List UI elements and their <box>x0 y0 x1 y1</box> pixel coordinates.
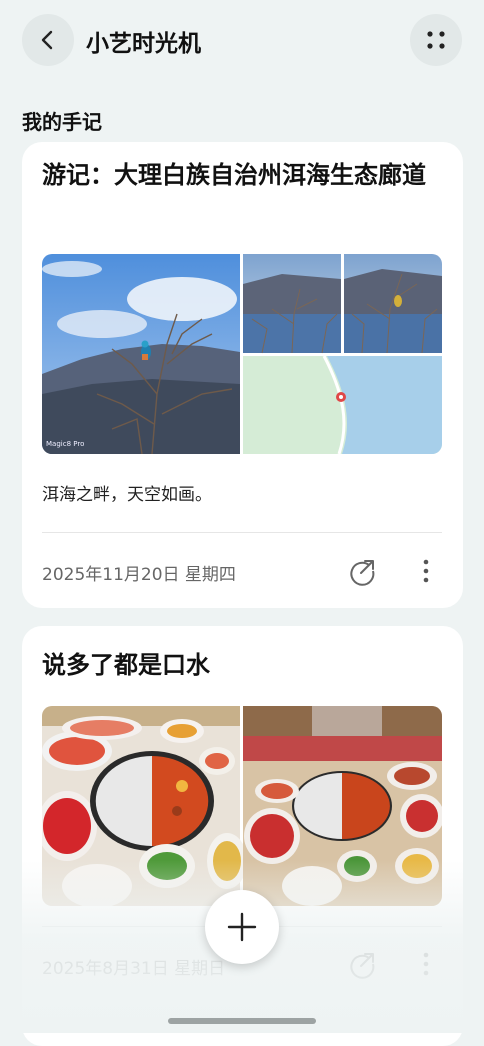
more-vertical-icon[interactable] <box>416 556 436 586</box>
share-icon[interactable] <box>347 556 377 586</box>
photo-collage[interactable]: Magic8 Pro <box>42 254 442 454</box>
hotpot-photo[interactable] <box>42 706 247 906</box>
mountain-bird-photo[interactable] <box>243 254 341 354</box>
note-card[interactable]: 说多了都是口水 2025年8月31日 星期日 <box>22 626 463 1046</box>
chevron-left-icon <box>41 30 53 50</box>
mountain-bird-photo[interactable]: Magic8 Pro <box>42 254 240 454</box>
note-title: 游记：大理白族自治州洱海生态廊道 <box>42 161 426 189</box>
home-indicator[interactable] <box>168 1018 316 1024</box>
note-text: 洱海之畔，天空如画。 <box>42 485 212 505</box>
back-button[interactable] <box>22 14 74 66</box>
note-card[interactable]: 游记：大理白族自治州洱海生态廊道 Magic8 Pro 洱海之畔，天空如画。 2… <box>22 142 463 608</box>
share-icon[interactable] <box>347 949 377 979</box>
plus-icon <box>227 912 257 942</box>
top-bar: 小艺时光机 <box>0 0 484 80</box>
page-title: 小艺时光机 <box>86 31 201 57</box>
more-options-button[interactable] <box>410 14 462 66</box>
mountain-bird-photo[interactable] <box>344 254 442 354</box>
hotpot-restaurant-photo[interactable] <box>243 706 442 906</box>
photo-collage[interactable] <box>42 706 442 906</box>
add-note-button[interactable] <box>205 890 279 964</box>
note-date: 2025年11月20日 星期四 <box>42 565 236 585</box>
photo-watermark: Magic8 Pro <box>46 440 84 448</box>
more-vertical-icon[interactable] <box>416 949 436 979</box>
divider <box>42 532 442 533</box>
note-title: 说多了都是口水 <box>42 651 210 679</box>
map-thumbnail[interactable] <box>243 355 442 454</box>
section-title: 我的手记 <box>22 110 102 134</box>
four-dots-icon <box>427 31 445 49</box>
note-date: 2025年8月31日 星期日 <box>42 959 226 979</box>
